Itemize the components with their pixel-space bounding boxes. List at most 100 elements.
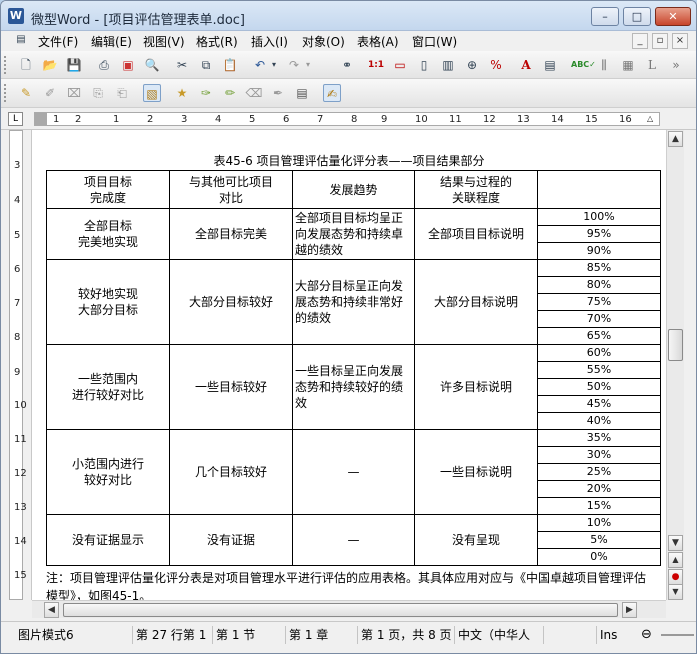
status-insert-mode[interactable]: Ins <box>596 626 636 644</box>
window-title: 微型Word - [项目评估管理表单.doc] <box>31 13 245 28</box>
export-pdf-icon[interactable]: ▣ <box>119 56 137 74</box>
maximize-button[interactable]: □ <box>623 7 651 26</box>
notes-tool-icon[interactable]: ▤ <box>293 84 311 102</box>
toolbar-more-icon[interactable]: » <box>667 56 685 74</box>
previous-page-icon[interactable]: ▲ <box>668 552 683 568</box>
actual-size-icon[interactable]: 1:1 <box>367 56 385 74</box>
insert-frame-icon[interactable]: ✎ <box>17 84 35 102</box>
zoom-in-icon[interactable]: ⊕ <box>463 56 481 74</box>
scroll-down-arrow-icon[interactable]: ▼ <box>668 535 683 551</box>
tab-stop-selector[interactable]: L <box>8 112 23 126</box>
relation-cell: 许多目标说明 <box>414 344 538 430</box>
single-page-icon[interactable]: ▯ <box>415 56 433 74</box>
line-style-icon[interactable]: L <box>643 56 661 74</box>
cut-icon[interactable]: ✂ <box>173 56 191 74</box>
zoom-slider[interactable] <box>658 626 694 644</box>
link-frame-icon[interactable]: ⎘ <box>89 84 107 102</box>
ruler-indent-marker[interactable]: △ <box>647 114 653 123</box>
menu-file[interactable]: 文件(F) <box>38 33 78 50</box>
object-mode-icon[interactable]: ▧ <box>143 84 161 102</box>
pencil-tool-icon[interactable]: ✏ <box>221 84 239 102</box>
next-page-icon[interactable]: ▼ <box>668 584 683 600</box>
completion-cell: 小范围内进行 较好对比 <box>46 429 170 515</box>
horizontal-scroll-thumb[interactable] <box>63 603 618 617</box>
menu-view[interactable]: 视图(V) <box>143 33 185 50</box>
status-language: 中文（中华人 <box>454 626 540 644</box>
find-binoculars-icon[interactable]: ⚭ <box>338 56 356 74</box>
document-page[interactable]: 表45-6 项目管理评估量化评分表——项目结果部分 项目目标 完成度 与其他可比项… <box>32 130 666 600</box>
status-chapter: 第 1 章 <box>285 626 355 644</box>
relation-cell: 一些目标说明 <box>414 429 538 515</box>
eraser-tool-icon[interactable]: ⌫ <box>245 84 263 102</box>
ruler-number: 10 <box>415 114 428 125</box>
score-cell: 55% <box>537 361 661 379</box>
spell-check-icon[interactable]: ABC✓ <box>571 56 596 74</box>
menu-insert[interactable]: 插入(I) <box>251 33 288 50</box>
horizontal-scrollbar[interactable]: ◀ ▶ <box>32 600 666 618</box>
star-tool-icon[interactable]: ★ <box>173 84 191 102</box>
vruler-number: 8 <box>14 332 21 343</box>
vertical-scroll-thumb[interactable] <box>668 329 683 361</box>
relation-cell: 没有呈现 <box>414 514 538 566</box>
font-color-icon[interactable]: A <box>517 56 535 74</box>
format-painter-icon[interactable]: ▤ <box>541 56 559 74</box>
vertical-scrollbar[interactable]: ▲ ▼ ▲ ● ▼ <box>666 130 684 600</box>
new-document-icon[interactable]: 🗋 <box>17 56 35 74</box>
vruler-number: 13 <box>14 502 27 513</box>
ruler-number: 3 <box>181 114 188 125</box>
ruler-number: 11 <box>449 114 462 125</box>
paste-icon[interactable]: 📋 <box>221 56 239 74</box>
table-layout-icon[interactable]: ▦ <box>619 56 637 74</box>
menu-format[interactable]: 格式(R) <box>196 33 238 50</box>
evaluation-table[interactable]: 项目目标 完成度 与其他可比项目 对比 发展趋势 结果与过程的 关联程度 全部目标 完美… <box>46 170 661 566</box>
toolbar-grip[interactable] <box>4 56 7 74</box>
score-cell: 30% <box>537 446 661 464</box>
print-preview-icon[interactable]: 🔍 <box>143 56 161 74</box>
ruler-number: 8 <box>351 114 358 125</box>
zoom-out-icon[interactable]: ⊖ <box>638 626 658 644</box>
score-cell: 50% <box>537 378 661 396</box>
redo-dropdown-icon[interactable]: ▾ <box>303 56 313 74</box>
columns-icon[interactable]: ⫼ <box>595 56 613 74</box>
menu-edit[interactable]: 编辑(E) <box>91 33 132 50</box>
copy-icon[interactable]: ⧉ <box>197 56 215 74</box>
undo-icon[interactable]: ↶ <box>251 56 269 74</box>
open-folder-icon[interactable]: 📂 <box>41 56 59 74</box>
undo-dropdown-icon[interactable]: ▾ <box>269 56 279 74</box>
toolbar-grip-2[interactable] <box>4 84 7 102</box>
scroll-up-arrow-icon[interactable]: ▲ <box>668 131 683 147</box>
comparison-cell: 没有证据 <box>169 514 293 566</box>
doc-close-button[interactable]: × <box>672 33 688 49</box>
menu-window[interactable]: 窗口(W) <box>412 33 457 50</box>
page-width-icon[interactable]: ▭ <box>391 56 409 74</box>
menu-table[interactable]: 表格(A) <box>357 33 399 50</box>
browse-object-icon[interactable]: ● <box>668 569 683 585</box>
edit-frame-icon[interactable]: ✐ <box>41 84 59 102</box>
save-icon[interactable]: 💾 <box>65 56 83 74</box>
doc-minimize-button[interactable]: _ <box>632 33 648 49</box>
edit-mode-icon[interactable]: ✍ <box>323 84 341 102</box>
minimize-button[interactable]: – <box>591 7 619 26</box>
delete-frame-icon[interactable]: ⌧ <box>65 84 83 102</box>
unlink-frame-icon[interactable]: ⎗ <box>113 84 131 102</box>
pen-tool-icon[interactable]: ✑ <box>197 84 215 102</box>
scroll-left-arrow-icon[interactable]: ◀ <box>44 602 59 618</box>
menu-object[interactable]: 对象(O) <box>302 33 345 50</box>
scroll-right-arrow-icon[interactable]: ▶ <box>622 602 637 618</box>
score-cell: 45% <box>537 395 661 413</box>
vruler-number: 10 <box>14 400 27 411</box>
zoom-percent-icon[interactable]: % <box>487 56 505 74</box>
print-icon[interactable]: ⎙ <box>95 56 113 74</box>
brush-tool-icon[interactable]: ✒ <box>269 84 287 102</box>
vruler-number: 11 <box>14 434 27 445</box>
multi-page-icon[interactable]: ▥ <box>439 56 457 74</box>
table-header-row: 项目目标 完成度 与其他可比项目 对比 发展趋势 结果与过程的 关联程度 <box>46 170 661 209</box>
ruler-number: 4 <box>215 114 222 125</box>
redo-icon[interactable]: ↷ <box>285 56 303 74</box>
relation-cell: 大部分目标说明 <box>414 259 538 345</box>
close-button[interactable]: ✕ <box>655 7 691 26</box>
doc-restore-button[interactable]: ▫ <box>652 33 668 49</box>
comparison-cell: 大部分目标较好 <box>169 259 293 345</box>
ruler-strip: 1 2 1 2 3 4 5 6 7 8 9 10 11 12 13 14 15 … <box>34 112 660 126</box>
score-cell: 75% <box>537 293 661 311</box>
